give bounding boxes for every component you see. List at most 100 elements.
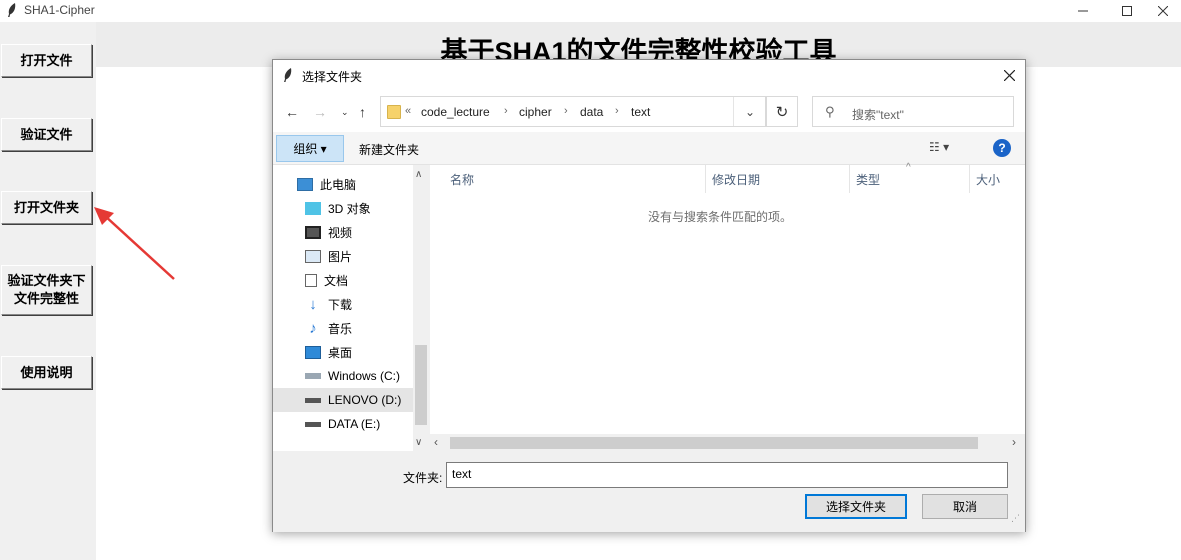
column-header-modified[interactable]: 修改日期	[706, 165, 850, 193]
file-list-hscrollbar[interactable]: ‹ ›	[430, 434, 1025, 451]
dialog-title-bar: 选择文件夹	[273, 60, 1025, 90]
minimize-button[interactable]	[1060, 0, 1106, 22]
help-icon[interactable]: ?	[993, 139, 1011, 157]
navigation-scrollbar[interactable]: ∧ ∨	[413, 165, 429, 451]
verify-folder-button[interactable]: 验证文件夹下 文件完整性	[1, 265, 92, 315]
breadcrumb-overflow[interactable]: «	[405, 105, 411, 117]
file-list-pane: 名称 修改日期 类型 ^ 大小 没有与搜索条件匹配的项。	[430, 162, 1025, 451]
maximize-icon	[1122, 6, 1132, 16]
dialog-title: 选择文件夹	[302, 70, 363, 84]
breadcrumb-separator-icon[interactable]: ›	[504, 105, 508, 117]
folder-field-label: 文件夹:	[403, 471, 443, 485]
nav-item-videos[interactable]: 视频	[273, 220, 413, 244]
breadcrumb-text[interactable]: text	[631, 105, 650, 119]
drive-icon	[305, 373, 321, 379]
desktop-icon	[305, 345, 321, 359]
select-folder-dialog: 选择文件夹 ← → ⌄ ↑ « code_lecture › cipher › …	[272, 59, 1026, 532]
nav-item-pictures[interactable]: 图片	[273, 244, 413, 268]
nav-item-label: 文档	[324, 273, 349, 288]
recent-dropdown-icon[interactable]: ⌄	[341, 107, 349, 118]
organize-button[interactable]: 组织 ▾	[276, 135, 344, 162]
instructions-button[interactable]: 使用说明	[1, 356, 92, 389]
music-icon: ♪	[309, 319, 317, 337]
nav-item-this-pc[interactable]: 此电脑	[273, 172, 413, 196]
verify-file-button[interactable]: 验证文件	[1, 118, 92, 151]
scrollbar-thumb[interactable]	[415, 345, 427, 425]
drive-icon	[305, 421, 321, 427]
sidebar: 打开文件 验证文件 打开文件夹 验证文件夹下 文件完整性 使用说明	[0, 22, 96, 560]
nav-item-label: LENOVO (D:)	[328, 393, 402, 407]
nav-item-downloads[interactable]: ↓ 下载	[273, 292, 413, 316]
feather-icon	[284, 68, 292, 82]
sort-caret-icon: ^	[906, 162, 911, 173]
search-icon: ⚲	[825, 104, 835, 119]
up-arrow-icon[interactable]: ↑	[359, 104, 366, 120]
breadcrumb-data[interactable]: data	[580, 105, 603, 119]
cancel-button[interactable]: 取消	[922, 494, 1008, 519]
dialog-close-button[interactable]	[993, 63, 1025, 87]
nav-item-label: 3D 对象	[328, 201, 371, 216]
document-icon	[305, 273, 317, 287]
nav-item-label: 下载	[328, 297, 353, 312]
nav-item-label: 此电脑	[320, 177, 357, 192]
scroll-down-icon[interactable]: ∨	[415, 437, 422, 448]
breadcrumb-code-lecture[interactable]: code_lecture	[421, 105, 490, 119]
nav-item-documents[interactable]: 文档	[273, 268, 413, 292]
folder-icon	[387, 105, 401, 119]
breadcrumb-separator-icon[interactable]: ›	[564, 105, 568, 117]
breadcrumb-cipher[interactable]: cipher	[519, 105, 552, 119]
close-button[interactable]	[1140, 0, 1181, 22]
breadcrumb-separator-icon[interactable]: ›	[615, 105, 619, 117]
search-placeholder: 搜索"text"	[852, 108, 904, 122]
address-bar[interactable]: « code_lecture › cipher › data › text ⌄	[380, 96, 766, 127]
close-icon	[1003, 69, 1015, 81]
column-header-size[interactable]: 大小	[970, 165, 1025, 193]
nav-item-label: 音乐	[328, 321, 353, 336]
video-icon	[305, 225, 321, 239]
cube-icon	[305, 201, 321, 215]
nav-item-drive-e[interactable]: DATA (E:)	[273, 412, 413, 436]
download-icon: ↓	[309, 295, 317, 313]
annotation-arrow-icon	[94, 207, 175, 280]
navigation-pane: 此电脑 3D 对象 视频 图片 文档 ↓ 下载 ♪ 音乐 桌面 Windows …	[273, 165, 429, 451]
chevron-down-icon[interactable]: ⌄	[733, 97, 766, 126]
resize-grip-icon[interactable]: ⋰	[1011, 513, 1020, 524]
scroll-left-icon[interactable]: ‹	[434, 435, 438, 449]
new-folder-button[interactable]: 新建文件夹	[359, 141, 419, 158]
nav-item-label: 视频	[328, 225, 353, 240]
scrollbar-thumb[interactable]	[450, 437, 978, 449]
nav-item-drive-d[interactable]: LENOVO (D:)	[273, 388, 413, 412]
select-folder-button[interactable]: 选择文件夹	[805, 494, 907, 519]
dialog-footer: 文件夹: text 选择文件夹 取消 ⋰	[273, 451, 1025, 532]
title-bar: SHA1-Cipher	[0, 0, 1181, 22]
picture-icon	[305, 249, 321, 263]
open-file-button[interactable]: 打开文件	[1, 44, 92, 77]
folder-name-input[interactable]: text	[446, 462, 1008, 488]
open-folder-button[interactable]: 打开文件夹	[1, 191, 92, 224]
app-window: SHA1-Cipher 基于SHA1的文件完整性校验工具 打开文件 验证文件 打…	[0, 0, 1181, 560]
nav-item-music[interactable]: ♪ 音乐	[273, 316, 413, 340]
view-options-icon[interactable]: ☷ ▾	[929, 140, 949, 154]
scroll-up-icon[interactable]: ∧	[415, 169, 422, 180]
nav-item-drive-c[interactable]: Windows (C:)	[273, 364, 413, 388]
scroll-right-icon[interactable]: ›	[1012, 435, 1016, 449]
navigation-bar: ← → ⌄ ↑ « code_lecture › cipher › data ›…	[273, 90, 1025, 132]
nav-item-label: Windows (C:)	[328, 369, 401, 383]
forward-arrow-icon[interactable]: →	[313, 104, 327, 120]
nav-item-desktop[interactable]: 桌面	[273, 340, 413, 364]
column-header-name[interactable]: 名称	[444, 165, 706, 193]
nav-item-3d-objects[interactable]: 3D 对象	[273, 196, 413, 220]
nav-item-label: 图片	[328, 249, 353, 264]
nav-item-label: 桌面	[328, 345, 353, 360]
computer-icon	[297, 177, 313, 191]
feather-icon	[8, 3, 16, 17]
back-arrow-icon[interactable]: ←	[285, 104, 299, 120]
dialog-toolbar: 组织 ▾ 新建文件夹 ☷ ▾ ?	[273, 132, 1025, 165]
minimize-icon	[1078, 10, 1088, 12]
refresh-button[interactable]: ↻	[766, 96, 798, 127]
search-box[interactable]: ⚲ 搜索"text"	[812, 96, 1014, 127]
refresh-icon: ↻	[775, 103, 789, 121]
empty-message: 没有与搜索条件匹配的项。	[647, 210, 792, 224]
window-title: SHA1-Cipher	[24, 3, 95, 17]
drive-icon	[305, 397, 321, 403]
